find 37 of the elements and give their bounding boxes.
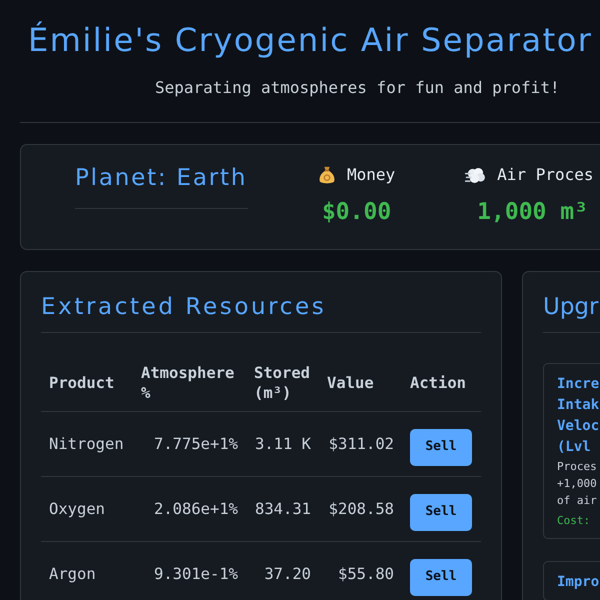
product-name: Nitrogen	[49, 435, 124, 453]
upgrade-card[interactable]: Incre Intak Veloc (Lvl Proces +1,000 of air Cost:	[543, 363, 600, 539]
atmosphere-percent: 9.301e-1%	[154, 565, 238, 583]
money-bag-icon	[318, 165, 336, 185]
stored-amount: 37.20	[264, 565, 311, 583]
upgrade-title: Impro	[557, 573, 600, 592]
resource-value: $55.80	[338, 565, 394, 583]
product-name: Argon	[49, 565, 96, 583]
page-subtitle: Separating atmospheres for fun and profit!	[155, 77, 561, 99]
stat-value: $0.00	[322, 198, 392, 227]
atmosphere-percent: 7.775e+1%	[154, 435, 238, 453]
stat-label: Air Proces	[497, 164, 594, 186]
resource-value: $311.02	[328, 435, 394, 453]
stat-label: Money	[347, 164, 396, 186]
cloud-icon	[465, 166, 486, 184]
stat-value: 1,000 m³	[477, 198, 588, 227]
product-name: Oxygen	[49, 500, 105, 518]
sell-button[interactable]: Sell	[410, 494, 472, 530]
column-header: Product	[49, 374, 114, 392]
resource-value: $208.58	[328, 500, 394, 518]
stored-amount: 834.31	[255, 500, 311, 518]
stored-amount: 3.11 K	[255, 435, 311, 453]
upgrade-cost: Cost:	[557, 513, 592, 529]
column-header: Stored (m³)	[254, 364, 310, 402]
upgrade-description: Proces +1,000 of air	[557, 459, 598, 509]
upgrade-card[interactable]: Impro	[543, 561, 600, 600]
column-header: Action	[410, 374, 466, 392]
sell-button[interactable]: Sell	[410, 558, 472, 596]
sell-button[interactable]: Sell	[410, 428, 472, 466]
page-title: Émilie's Cryogenic Air Separator	[28, 20, 594, 60]
atmosphere-percent: 2.086e+1%	[154, 500, 238, 518]
section-heading: Upgr	[543, 291, 600, 333]
column-header: Atmosphere %	[141, 364, 234, 402]
section-heading: Extracted Resources	[41, 291, 481, 333]
upgrade-title: Incre Intak Veloc (Lvl	[557, 375, 600, 457]
column-header: Value	[327, 374, 374, 392]
planet-heading: Planet: Earth	[75, 163, 248, 209]
